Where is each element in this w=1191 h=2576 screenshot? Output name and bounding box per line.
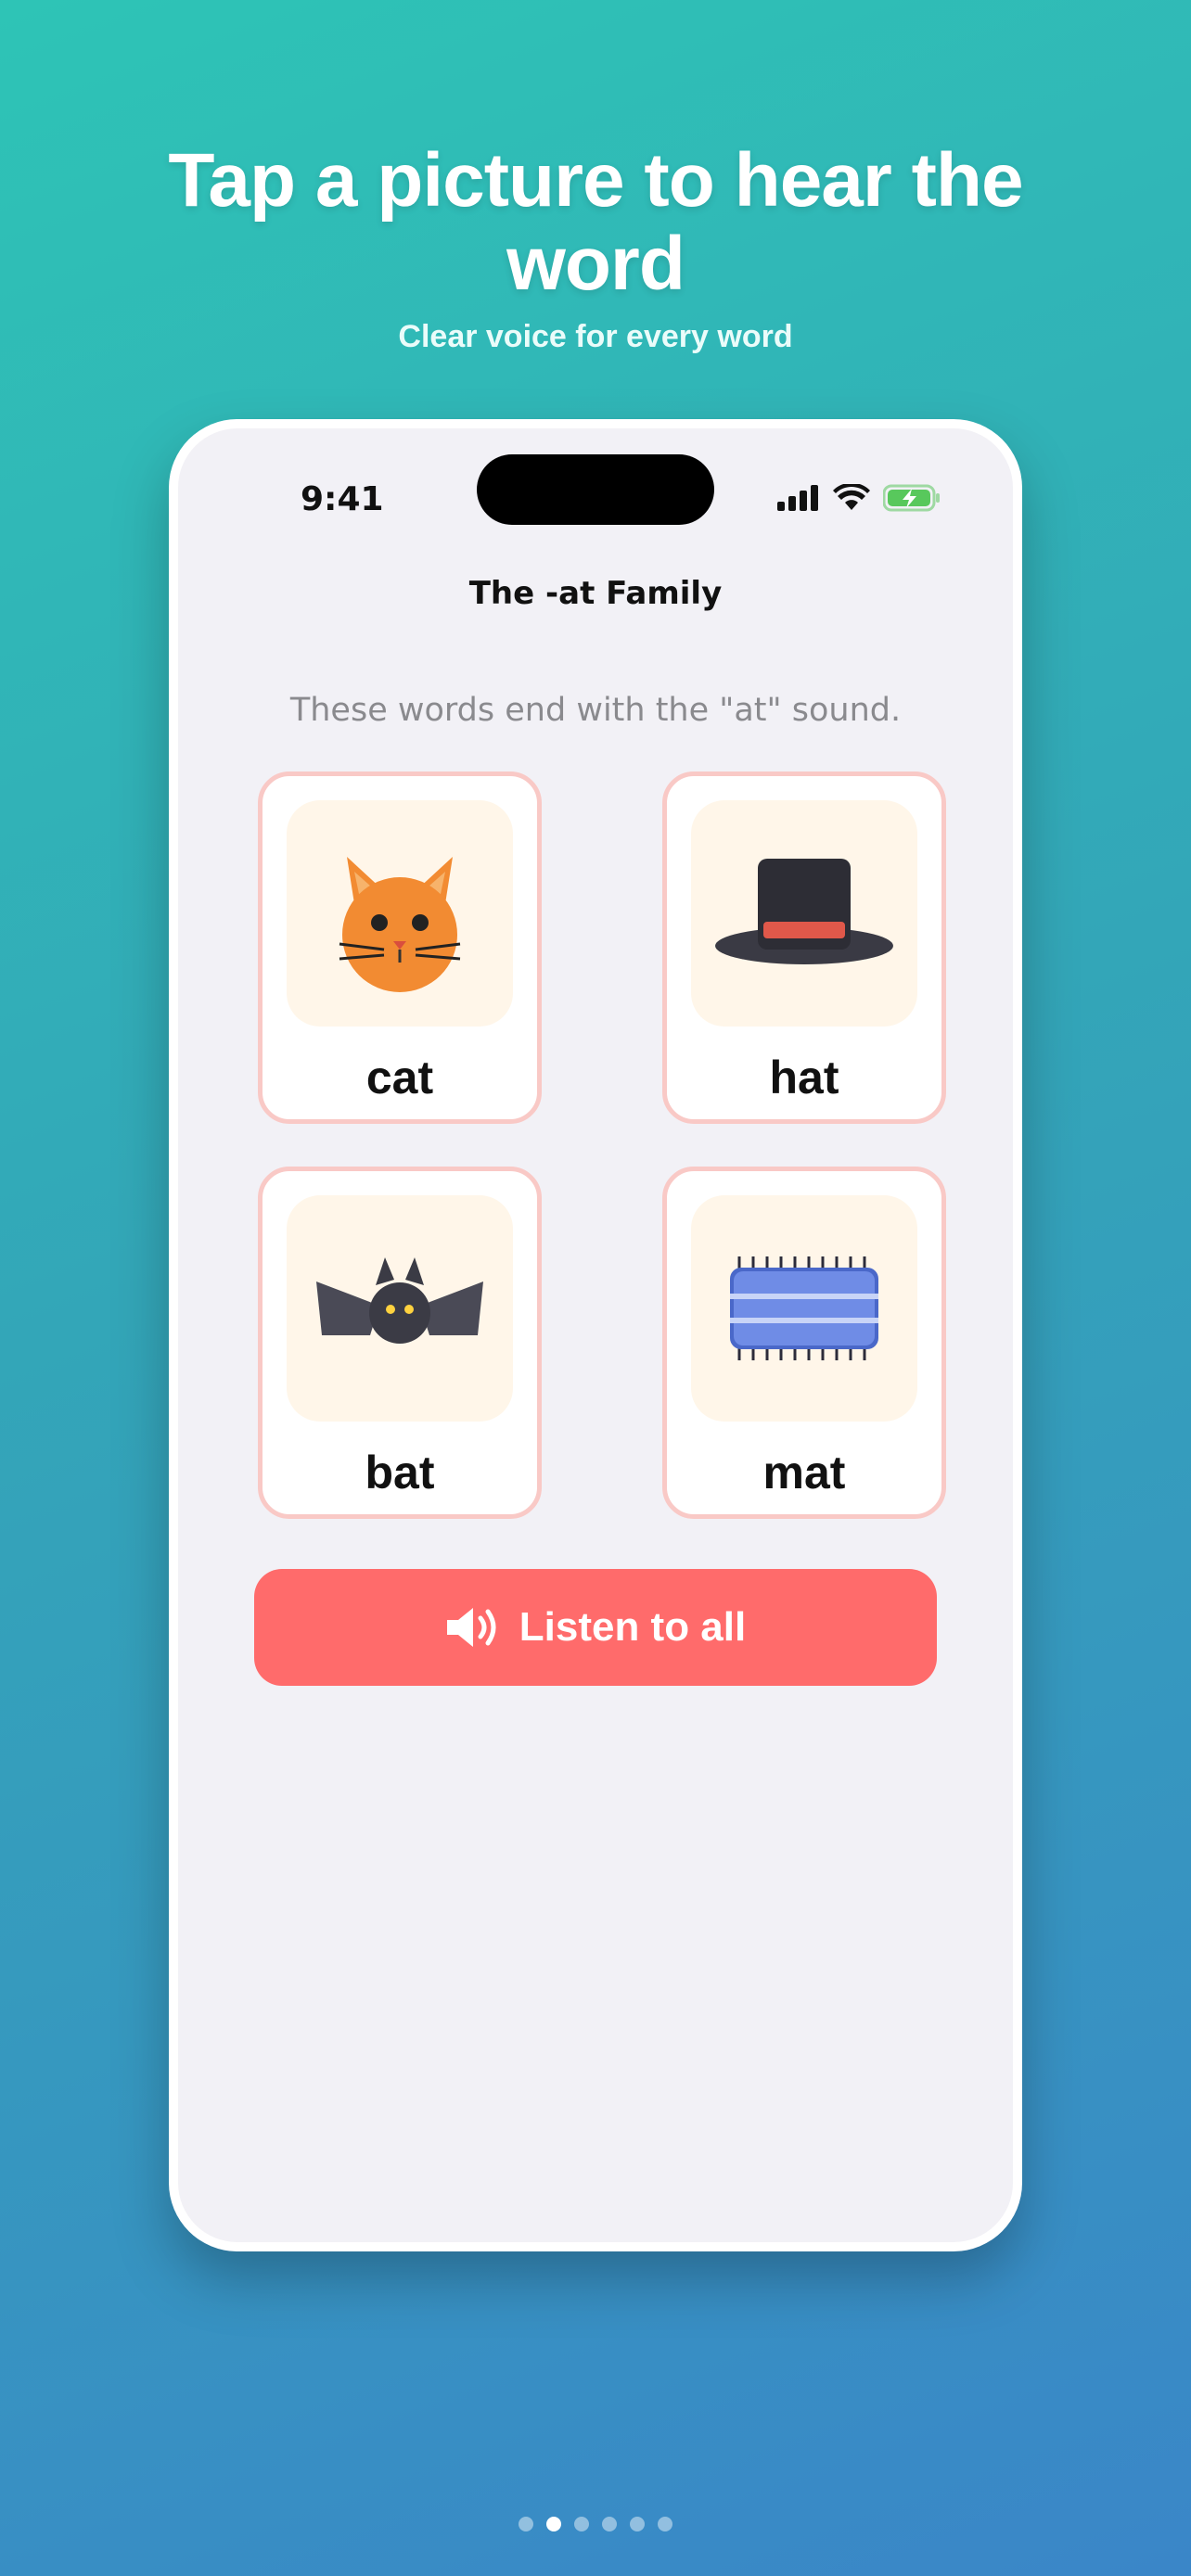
word-card-bat[interactable]: bat	[258, 1167, 542, 1519]
listen-button-label: Listen to all	[519, 1604, 747, 1650]
page-dot[interactable]	[574, 2517, 589, 2531]
page-dot[interactable]	[658, 2517, 672, 2531]
card-art	[691, 1195, 917, 1422]
word-card-cat[interactable]: cat	[258, 772, 542, 1124]
page-dot[interactable]	[519, 2517, 533, 2531]
card-art	[691, 800, 917, 1027]
page-dot[interactable]	[630, 2517, 645, 2531]
app-screen: 9:41 The -at Family These words end with…	[178, 428, 1013, 2242]
cellular-signal-icon	[777, 485, 818, 511]
status-icons	[777, 484, 941, 512]
mat-icon	[730, 1256, 878, 1360]
card-art	[287, 800, 513, 1027]
bat-icon	[316, 1257, 483, 1344]
promo-headline: Tap a picture to hear the word	[168, 138, 1023, 306]
word-card-mat[interactable]: mat	[662, 1167, 946, 1519]
instruction-text: These words end with the "at" sound.	[289, 692, 902, 729]
card-word: bat	[365, 1447, 435, 1498]
page-dot-active[interactable]	[546, 2517, 561, 2531]
battery-charging-icon	[883, 484, 940, 512]
top-hat-icon	[715, 859, 893, 964]
speaker-icon	[446, 1608, 496, 1647]
status-time: 9:41	[301, 480, 384, 518]
dynamic-island	[477, 454, 714, 525]
page-dot[interactable]	[602, 2517, 617, 2531]
listen-to-all-button[interactable]: Listen to all	[254, 1569, 937, 1686]
page-indicator	[0, 2517, 1191, 2531]
phone-frame: 9:41 The -at Family These words end with…	[169, 419, 1022, 2251]
card-word: hat	[769, 1052, 839, 1103]
card-word: cat	[365, 1052, 434, 1103]
word-card-hat[interactable]: hat	[662, 772, 946, 1124]
nav-title: The -at Family	[468, 575, 723, 612]
card-word: mat	[762, 1447, 846, 1498]
promo-subtitle: Clear voice for every word	[398, 319, 793, 354]
wifi-icon	[833, 484, 870, 510]
cat-face-icon	[339, 857, 461, 992]
card-art	[287, 1195, 513, 1422]
